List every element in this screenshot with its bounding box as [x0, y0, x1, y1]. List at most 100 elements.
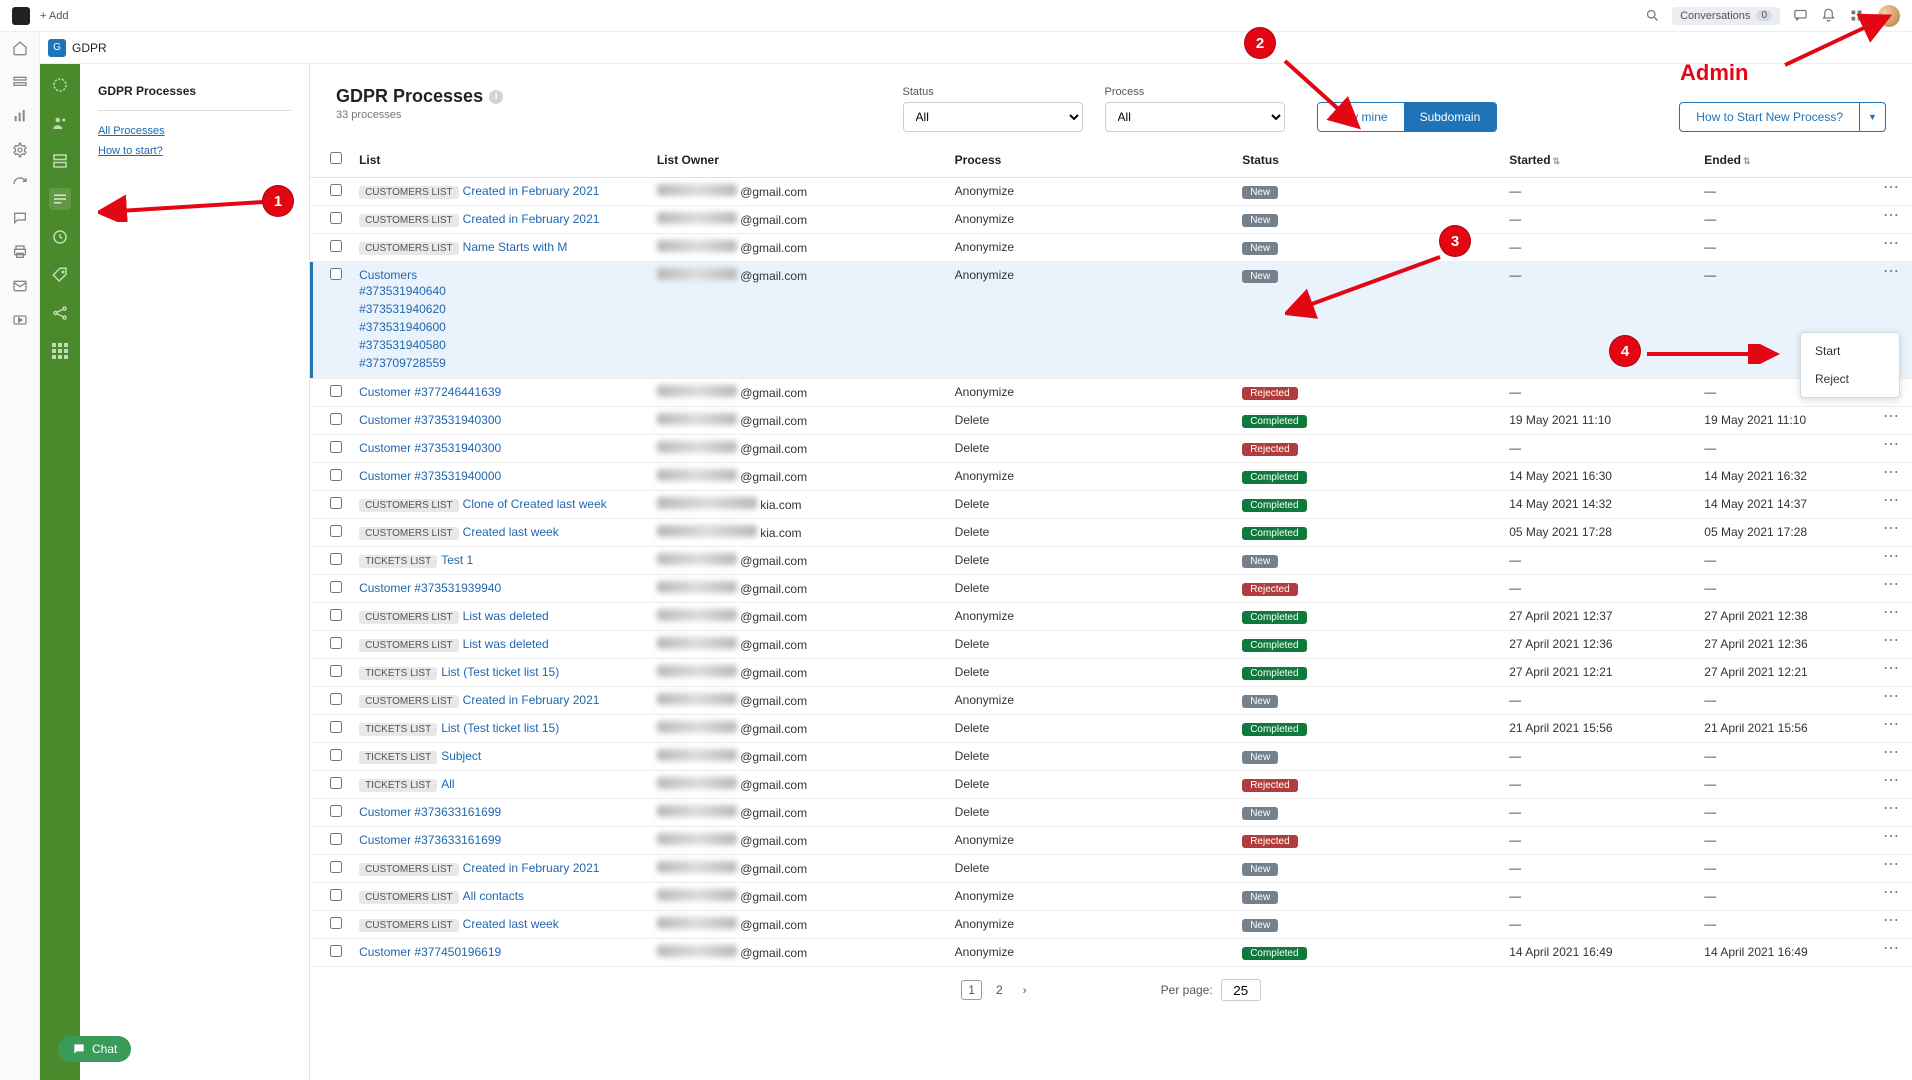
filter-status-select[interactable]: All: [903, 102, 1083, 132]
list-name-link[interactable]: Clone of Created last week: [463, 497, 607, 511]
row-checkbox[interactable]: [330, 805, 342, 817]
row-checkbox[interactable]: [330, 777, 342, 789]
how-to-label[interactable]: How to Start New Process?: [1680, 110, 1859, 124]
row-more-icon[interactable]: ⋯: [1871, 799, 1912, 827]
list-name-link[interactable]: Customer #377450196619: [359, 945, 501, 959]
video-icon[interactable]: [10, 310, 30, 330]
row-checkbox[interactable]: [330, 693, 342, 705]
page-next[interactable]: ›: [1017, 981, 1033, 999]
table-row[interactable]: TICKETS LISTAll @gmail.comDeleteRejected…: [310, 771, 1912, 799]
list-name-link[interactable]: Customer #373531940300: [359, 441, 501, 455]
list-name-link[interactable]: Created in February 2021: [463, 861, 600, 875]
list-name-link[interactable]: Customer #373531939940: [359, 581, 501, 595]
list-name-link[interactable]: Subject: [441, 749, 481, 763]
row-more-icon[interactable]: ⋯: [1871, 435, 1912, 463]
list-name-link[interactable]: List was deleted: [463, 609, 549, 623]
row-more-icon[interactable]: ⋯: [1871, 491, 1912, 519]
add-button[interactable]: + Add: [40, 10, 68, 22]
mail-icon[interactable]: [10, 276, 30, 296]
row-more-icon[interactable]: ⋯: [1871, 855, 1912, 883]
apps-icon[interactable]: [1846, 6, 1866, 26]
table-row[interactable]: CUSTOMERS LISTCreated in February 2021 @…: [310, 687, 1912, 715]
row-more-icon[interactable]: ⋯: [1871, 743, 1912, 771]
customer-id-link[interactable]: #373531940600: [359, 318, 641, 336]
table-row[interactable]: CUSTOMERS LISTCreated last week @gmail.c…: [310, 911, 1912, 939]
table-row[interactable]: Customer #373531940000 @gmail.comAnonymi…: [310, 463, 1912, 491]
row-more-icon[interactable]: ⋯: [1871, 575, 1912, 603]
views-icon[interactable]: [10, 72, 30, 92]
list-name-link[interactable]: Created last week: [463, 525, 559, 539]
bell-icon[interactable]: [1818, 6, 1838, 26]
row-checkbox[interactable]: [330, 268, 342, 280]
row-checkbox[interactable]: [330, 469, 342, 481]
scope-only-mine[interactable]: Only mine: [1318, 103, 1404, 131]
tags-icon[interactable]: [49, 264, 71, 286]
row-checkbox[interactable]: [330, 497, 342, 509]
user-avatar[interactable]: [1878, 5, 1900, 27]
list-name-link[interactable]: All: [441, 777, 454, 791]
customer-id-link[interactable]: #373531940580: [359, 336, 641, 354]
row-more-icon[interactable]: ⋯: [1871, 407, 1912, 435]
list-name-link[interactable]: Customer #373531940000: [359, 469, 501, 483]
row-checkbox[interactable]: [330, 413, 342, 425]
filter-process-select[interactable]: All: [1105, 102, 1285, 132]
table-row[interactable]: CUSTOMERS LISTClone of Created last week…: [310, 491, 1912, 519]
chat-icon[interactable]: [1790, 6, 1810, 26]
table-row[interactable]: TICKETS LISTSubject @gmail.comDeleteNew—…: [310, 743, 1912, 771]
row-checkbox[interactable]: [330, 240, 342, 252]
row-checkbox[interactable]: [330, 833, 342, 845]
table-row[interactable]: Customer #373633161699 @gmail.comDeleteN…: [310, 799, 1912, 827]
info-icon[interactable]: i: [489, 90, 503, 104]
home-icon[interactable]: [10, 38, 30, 58]
table-row[interactable]: Customer #373531939940 @gmail.comDeleteR…: [310, 575, 1912, 603]
customer-id-link[interactable]: #373531940640: [359, 282, 641, 300]
table-row[interactable]: CUSTOMERS LISTAll contacts @gmail.comAno…: [310, 883, 1912, 911]
row-more-icon[interactable]: ⋯: [1871, 547, 1912, 575]
row-more-icon[interactable]: ⋯: [1871, 827, 1912, 855]
row-more-icon[interactable]: ⋯: [1871, 178, 1912, 206]
contacts-icon[interactable]: [49, 112, 71, 134]
col-ended[interactable]: Ended⇅: [1696, 142, 1871, 178]
share-icon[interactable]: [49, 302, 71, 324]
list-name-link[interactable]: Customer #377246441639: [359, 385, 501, 399]
table-row[interactable]: CUSTOMERS LISTCreated in February 2021 @…: [310, 178, 1912, 206]
storage-icon[interactable]: [49, 150, 71, 172]
page-2[interactable]: 2: [990, 981, 1009, 999]
list-name-link[interactable]: Customer #373633161699: [359, 833, 501, 847]
menu-start[interactable]: Start: [1801, 337, 1899, 365]
row-more-icon[interactable]: ⋯: [1871, 687, 1912, 715]
table-row[interactable]: Customer #377246441639 @gmail.comAnonymi…: [310, 379, 1912, 407]
row-more-icon[interactable]: ⋯: [1871, 939, 1912, 967]
how-to-dropdown[interactable]: ▼: [1859, 103, 1885, 131]
table-row[interactable]: CUSTOMERS LISTCreated in February 2021 @…: [310, 206, 1912, 234]
list-name-link[interactable]: Created in February 2021: [463, 212, 600, 226]
apps-grid-icon[interactable]: [49, 340, 71, 362]
row-checkbox[interactable]: [330, 889, 342, 901]
gdpr-icon[interactable]: [49, 188, 71, 210]
row-more-icon[interactable]: ⋯: [1871, 519, 1912, 547]
per-page-input[interactable]: [1221, 979, 1261, 1001]
table-row[interactable]: CUSTOMERS LISTCreated last week kia.comD…: [310, 519, 1912, 547]
table-row[interactable]: Customers#373531940640#373531940620#3735…: [310, 262, 1912, 379]
customer-id-link[interactable]: #373709728559: [359, 354, 641, 372]
table-row[interactable]: Customer #373633161699 @gmail.comAnonymi…: [310, 827, 1912, 855]
list-name-link[interactable]: List (Test ticket list 15): [441, 721, 559, 735]
row-more-icon[interactable]: ⋯: [1871, 463, 1912, 491]
scope-subdomain[interactable]: Subdomain: [1404, 103, 1497, 131]
row-checkbox[interactable]: [330, 665, 342, 677]
row-checkbox[interactable]: [330, 525, 342, 537]
list-name-link[interactable]: Customer #373633161699: [359, 805, 501, 819]
row-more-icon[interactable]: ⋯: [1871, 234, 1912, 262]
row-checkbox[interactable]: [330, 553, 342, 565]
row-checkbox[interactable]: [330, 212, 342, 224]
conversations-button[interactable]: Conversations 0: [1672, 7, 1780, 25]
page-1[interactable]: 1: [961, 980, 982, 1000]
row-checkbox[interactable]: [330, 917, 342, 929]
row-checkbox[interactable]: [330, 581, 342, 593]
table-row[interactable]: TICKETS LISTTest 1 @gmail.comDeleteNew——…: [310, 547, 1912, 575]
col-started[interactable]: Started⇅: [1501, 142, 1696, 178]
table-row[interactable]: Customer #377450196619 @gmail.comAnonymi…: [310, 939, 1912, 967]
settings-icon[interactable]: [10, 140, 30, 160]
table-row[interactable]: Customer #373531940300 @gmail.comDeleteR…: [310, 435, 1912, 463]
table-row[interactable]: CUSTOMERS LISTList was deleted @gmail.co…: [310, 603, 1912, 631]
